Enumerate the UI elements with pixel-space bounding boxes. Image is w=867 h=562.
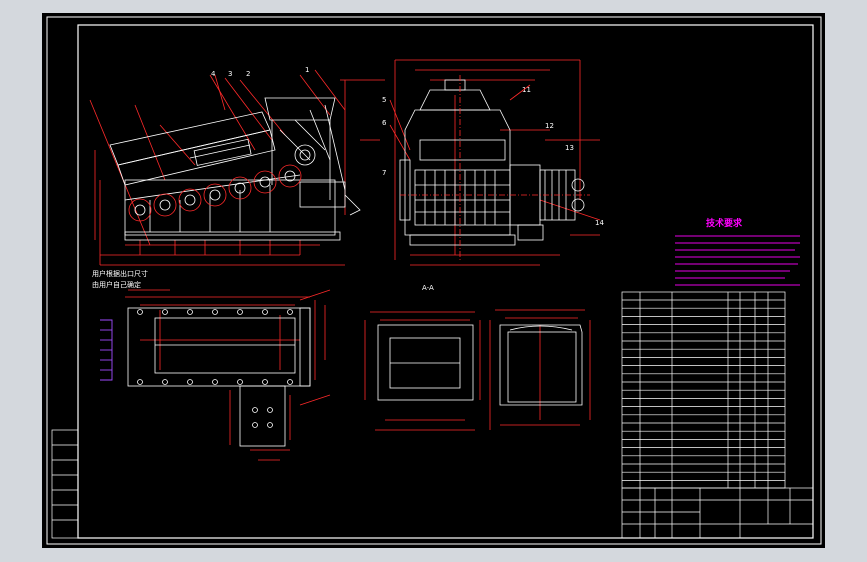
tech-requirements-title: 技术要求 [706, 217, 743, 229]
callout-5: 5 [382, 96, 386, 104]
drawing-canvas: 4 3 2 1 5 6 7 11 12 13 14 用户根据出口尺寸 由用户自己… [42, 13, 825, 548]
callout-4: 4 [211, 70, 216, 78]
callout-6: 6 [382, 119, 387, 127]
callout-2: 2 [246, 70, 250, 78]
callout-1: 1 [305, 66, 309, 74]
callout-12: 12 [545, 122, 554, 130]
callout-3: 3 [228, 70, 232, 78]
cad-viewport[interactable]: 4 3 2 1 5 6 7 11 12 13 14 用户根据出口尺寸 由用户自己… [0, 0, 867, 562]
callout-13: 13 [565, 144, 574, 152]
callout-7: 7 [382, 169, 386, 177]
note-line-1: 用户根据出口尺寸 [92, 269, 148, 278]
drawing-background [42, 13, 825, 548]
note-line-2: 由用户自己确定 [92, 280, 141, 289]
section-label: A-A [422, 284, 434, 292]
